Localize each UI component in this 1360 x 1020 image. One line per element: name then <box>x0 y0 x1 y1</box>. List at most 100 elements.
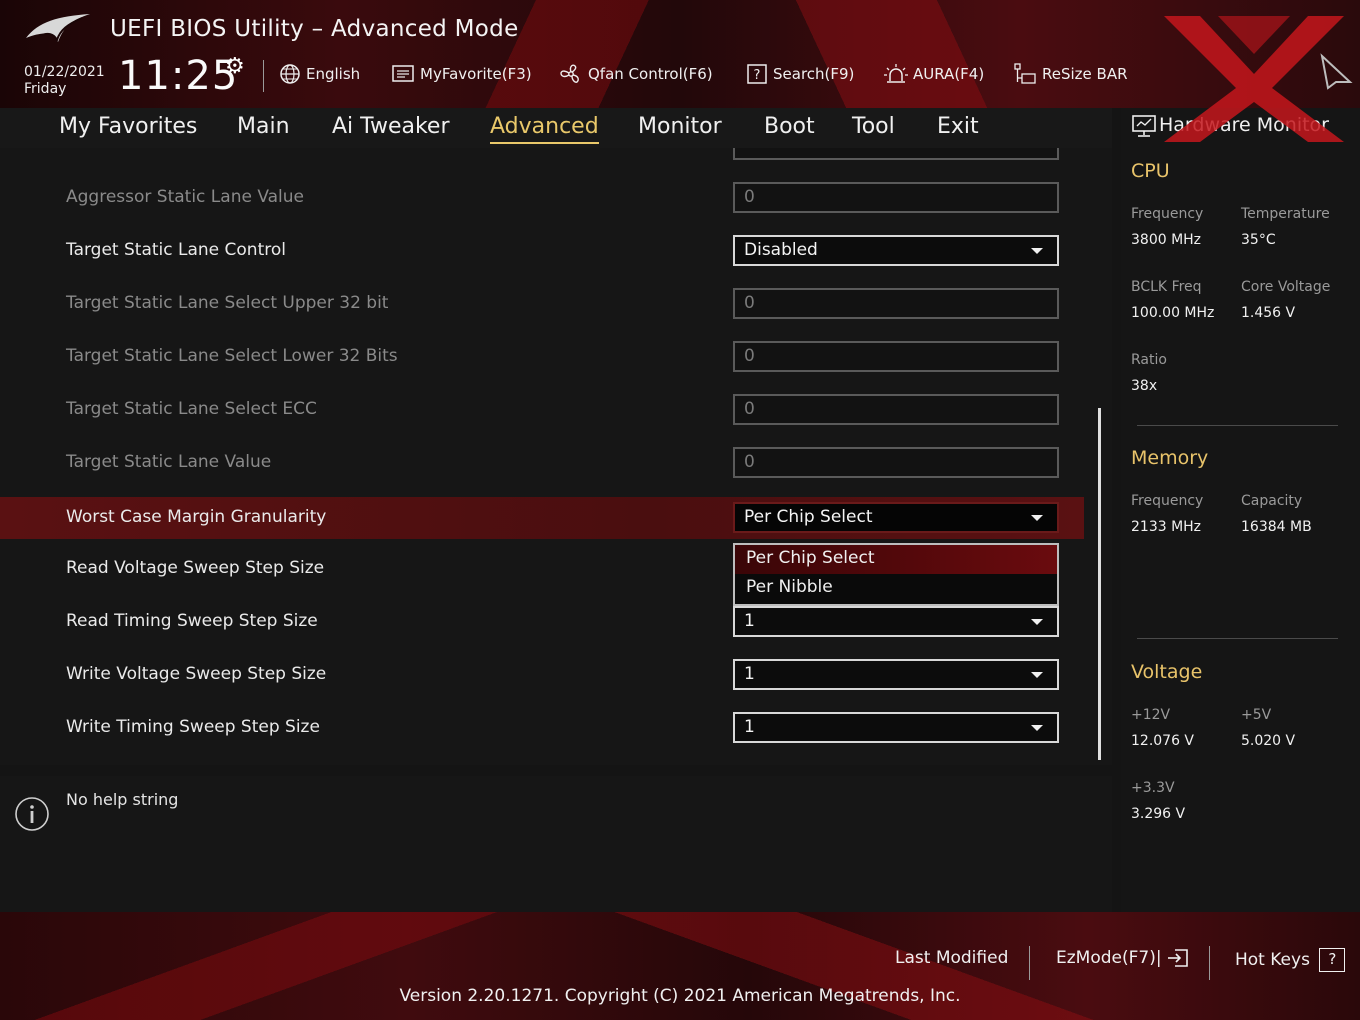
hardware-monitor-title: Hardware Monitor <box>1159 114 1329 136</box>
value-dropdown[interactable]: Per Chip Select <box>733 502 1059 533</box>
rog-logo-icon <box>26 14 90 43</box>
value-dropdown[interactable]: 1 <box>733 659 1059 690</box>
value-dropdown[interactable]: 1 <box>733 606 1059 637</box>
cpu-heading: CPU <box>1131 160 1170 182</box>
setting-label: Read Voltage Sweep Step Size <box>66 558 325 578</box>
ezmode-label: EzMode(F7)| <box>1056 948 1162 968</box>
gear-icon[interactable]: ⚙ <box>225 54 245 79</box>
bclk-label: BCLK Freq <box>1131 279 1202 295</box>
tab-tool[interactable]: Tool <box>852 112 895 142</box>
question-icon: ? <box>1319 948 1346 972</box>
version-text: Version 2.20.1271. Copyright (C) 2021 Am… <box>399 986 961 1006</box>
tab-my-favorites[interactable]: My Favorites <box>59 112 197 142</box>
cpu-temperature-label: Temperature <box>1241 206 1330 222</box>
value-field <box>733 148 1059 160</box>
tab-exit[interactable]: Exit <box>937 112 979 142</box>
chevron-down-icon <box>1031 672 1043 678</box>
cpu-frequency-value: 3800 MHz <box>1131 232 1202 248</box>
section-divider <box>1137 425 1338 426</box>
tab-monitor[interactable]: Monitor <box>638 112 722 142</box>
aura-button[interactable]: AURA(F4) <box>884 62 984 86</box>
info-icon <box>15 797 49 831</box>
monitor-icon <box>1132 115 1156 137</box>
aura-label: AURA(F4) <box>913 65 985 83</box>
search-help-icon: ? <box>747 64 767 84</box>
tab-advanced[interactable]: Advanced <box>490 112 599 144</box>
cpu-temperature-value: 35°C <box>1241 232 1276 248</box>
v12-label: +12V <box>1131 707 1171 723</box>
my-favorite-label: MyFavorite(F3) <box>420 65 532 83</box>
setting-row[interactable]: Read Timing Sweep Step Size 1 <box>0 601 1084 643</box>
dropdown-option-list: Per Chip Select Per Nibble <box>733 543 1059 606</box>
dropdown-value: 1 <box>744 664 755 684</box>
v33-label: +3.3V <box>1131 780 1175 796</box>
clock-display: 11:25 <box>118 53 239 99</box>
ratio-value: 38x <box>1131 378 1158 394</box>
last-modified-button[interactable]: Last Modified <box>895 948 1008 968</box>
value-dropdown[interactable]: Disabled <box>733 235 1059 266</box>
setting-label: Write Voltage Sweep Step Size <box>66 664 327 684</box>
setting-row[interactable]: Target Static Lane Control Disabled <box>0 230 1084 272</box>
dropdown-value: Per Chip Select <box>744 507 873 527</box>
v33-value: 3.296 V <box>1131 806 1186 822</box>
setting-label: Target Static Lane Select Upper 32 bit <box>66 293 389 313</box>
setting-row[interactable]: Write Voltage Sweep Step Size 1 <box>0 654 1084 696</box>
chevron-down-icon <box>1031 515 1043 521</box>
my-favorite-button[interactable]: MyFavorite(F3) <box>391 62 532 86</box>
hardware-monitor-panel: Hardware Monitor CPU Frequency Temperatu… <box>1121 108 1360 912</box>
setting-label: Read Timing Sweep Step Size <box>66 611 318 631</box>
tab-boot[interactable]: Boot <box>764 112 815 142</box>
header-divider <box>263 60 264 92</box>
dropdown-option-per-nibble[interactable]: Per Nibble <box>735 574 1057 603</box>
setting-label: Target Static Lane Value <box>66 452 272 472</box>
aura-light-icon <box>884 64 908 83</box>
memory-frequency-value: 2133 MHz <box>1131 519 1202 535</box>
memory-frequency-label: Frequency <box>1131 493 1204 509</box>
settings-scrollbar[interactable] <box>1098 408 1101 760</box>
core-voltage-label: Core Voltage <box>1241 279 1331 295</box>
ratio-label: Ratio <box>1131 352 1167 368</box>
main-menu-bar: My Favorites Main Ai Tweaker Advanced Mo… <box>0 108 1112 148</box>
ezmode-button[interactable]: EzMode(F7)| <box>1056 948 1189 968</box>
settings-list: Aggressor Static Lane Value 0 Target Sta… <box>0 148 1112 765</box>
resize-bar-icon <box>1014 63 1036 84</box>
setting-label: Worst Case Margin Granularity <box>66 507 327 527</box>
chevron-down-icon <box>1031 619 1043 625</box>
setting-row[interactable]: Aggressor Static Lane Value 0 <box>0 177 1084 219</box>
qfan-control-button[interactable]: Qfan Control(F6) <box>559 62 713 86</box>
language-button[interactable]: English <box>279 62 360 86</box>
resize-bar-label: ReSize BAR <box>1042 65 1128 83</box>
value-field: 0 <box>733 394 1059 425</box>
svg-text:?: ? <box>754 68 761 83</box>
bclk-value: 100.00 MHz <box>1131 305 1215 321</box>
dropdown-value: 1 <box>744 611 755 631</box>
search-button[interactable]: ? Search(F9) <box>746 62 854 86</box>
value-field: 0 <box>733 288 1059 319</box>
memory-capacity-value: 16384 MB <box>1241 519 1312 535</box>
setting-row[interactable]: Target Static Lane Value 0 <box>0 442 1084 484</box>
dropdown-option-per-chip-select[interactable]: Per Chip Select <box>735 545 1057 574</box>
v12-value: 12.076 V <box>1131 733 1195 749</box>
value-field: 0 <box>733 182 1059 213</box>
tab-main[interactable]: Main <box>237 112 290 142</box>
value-field: 0 <box>733 341 1059 372</box>
app-title: UEFI BIOS Utility – Advanced Mode <box>110 16 519 42</box>
setting-label: Aggressor Static Lane Value <box>66 187 305 207</box>
cursor-icon <box>1320 53 1353 90</box>
qfan-control-label: Qfan Control(F6) <box>588 65 713 83</box>
day-text: Friday <box>24 81 67 97</box>
tab-ai-tweaker[interactable]: Ai Tweaker <box>332 112 450 142</box>
setting-label: Target Static Lane Select Lower 32 Bits <box>66 346 398 366</box>
setting-row[interactable]: Target Static Lane Select Upper 32 bit 0 <box>0 283 1084 325</box>
hot-keys-button[interactable]: Hot Keys ? <box>1235 948 1346 972</box>
v5-value: 5.020 V <box>1241 733 1296 749</box>
setting-row[interactable]: Write Timing Sweep Step Size 1 <box>0 707 1084 749</box>
setting-label: Write Timing Sweep Step Size <box>66 717 320 737</box>
dropdown-value: Disabled <box>744 240 818 260</box>
setting-row-selected[interactable]: Worst Case Margin Granularity Per Chip S… <box>0 497 1084 539</box>
help-panel: No help string <box>0 776 1112 912</box>
setting-row[interactable]: Target Static Lane Select Lower 32 Bits … <box>0 336 1084 378</box>
value-dropdown[interactable]: 1 <box>733 712 1059 743</box>
setting-row[interactable]: Target Static Lane Select ECC 0 <box>0 389 1084 431</box>
resize-bar-button[interactable]: ReSize BAR <box>1013 62 1128 86</box>
